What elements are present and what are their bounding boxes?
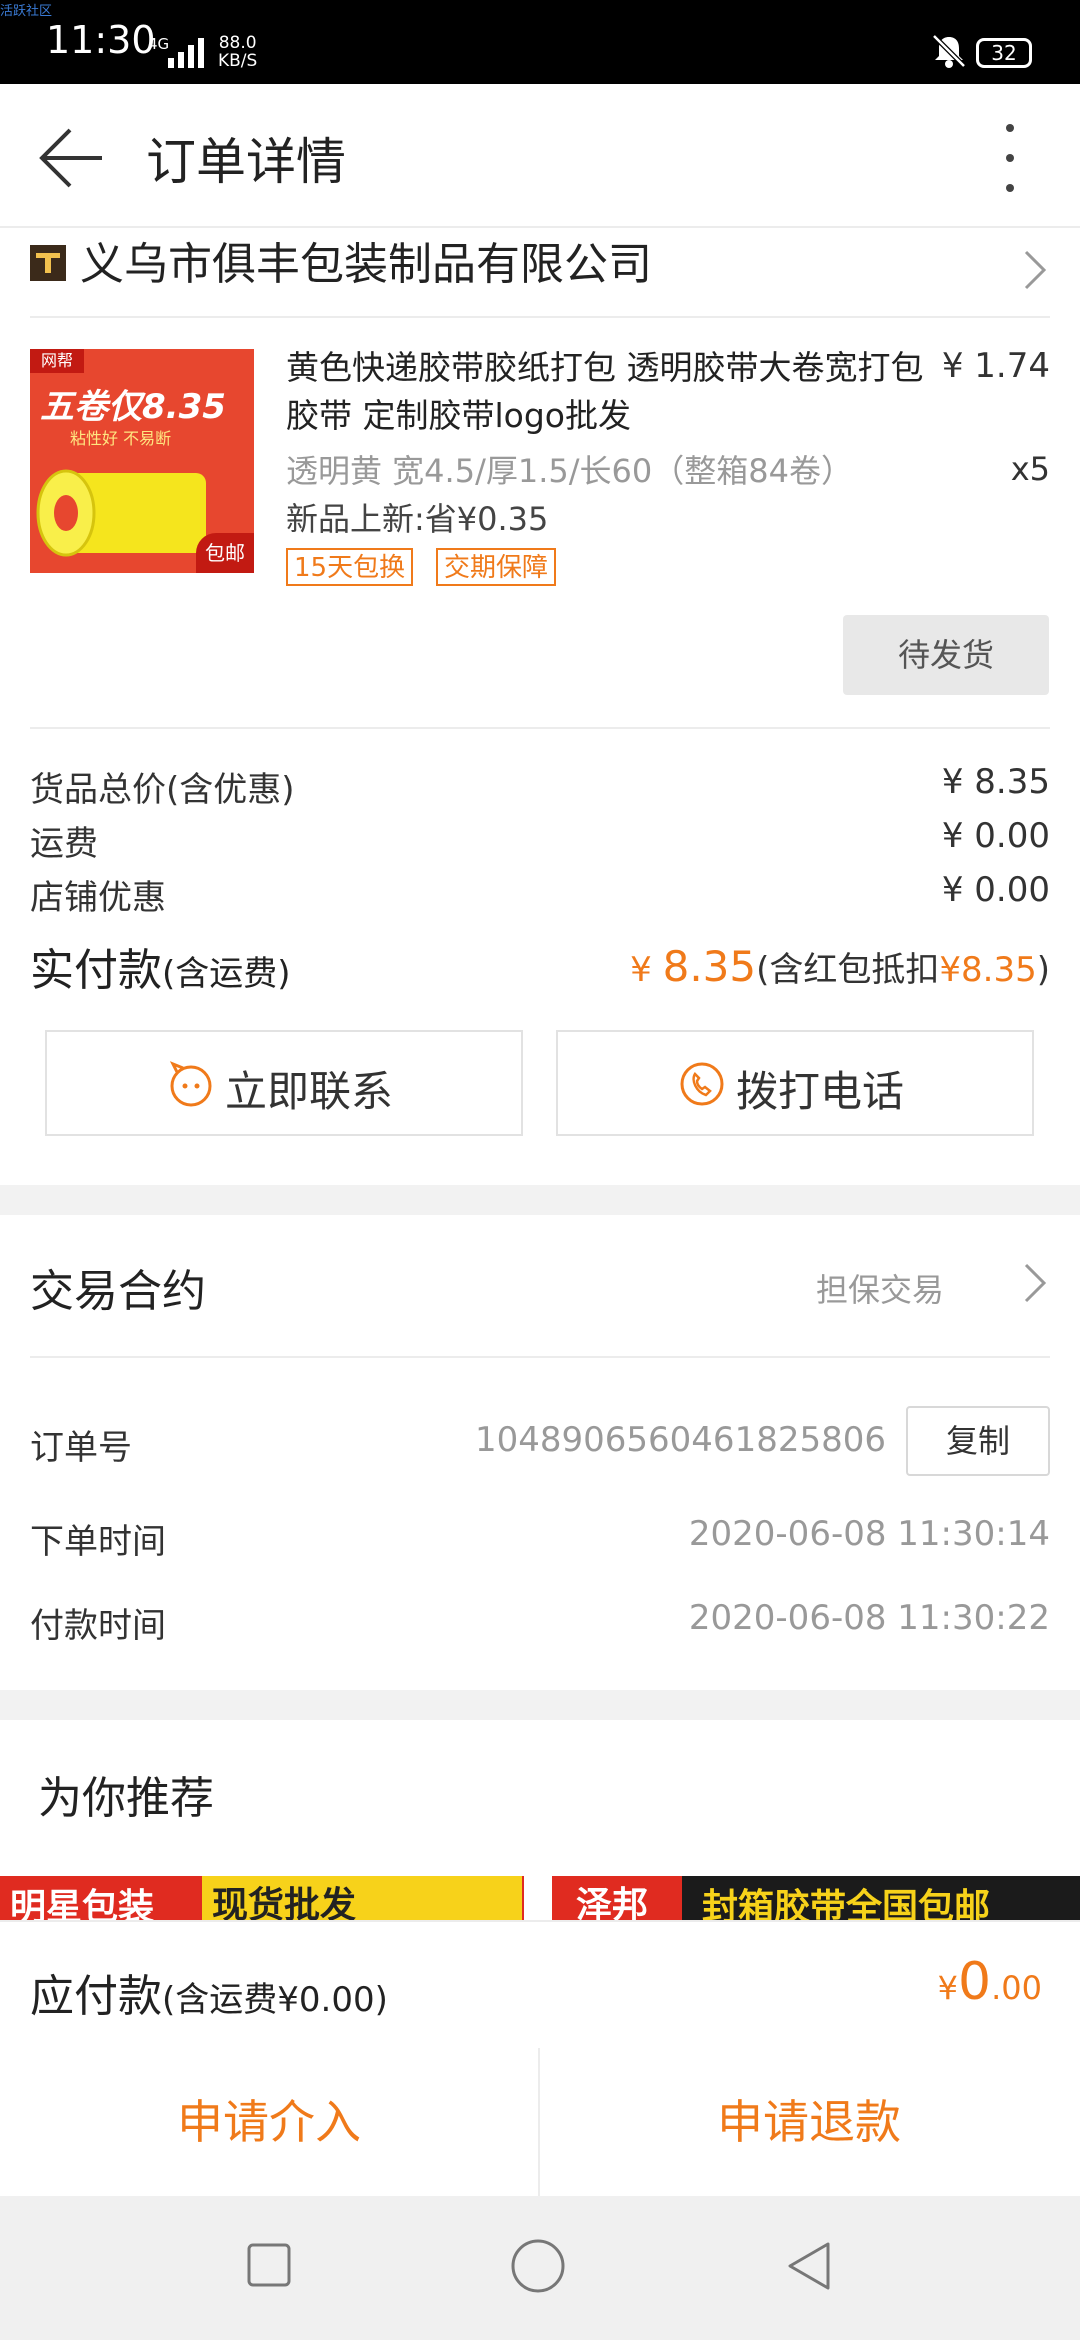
copy-order-no-button[interactable]: 复制 bbox=[906, 1406, 1050, 1476]
recommend-card-2[interactable]: 泽邦 封箱胶带全国包邮 bbox=[552, 1876, 1080, 1920]
order-no-value: 1048906560461825806 bbox=[474, 1420, 886, 1460]
watermark-text: 活跃社区 bbox=[0, 4, 53, 19]
contact-chat-button[interactable]: 立即联系 bbox=[45, 1030, 523, 1136]
back-nav-icon[interactable] bbox=[784, 2240, 834, 2292]
image-subline: 粘性好 不易断 bbox=[70, 429, 172, 448]
order-time-value: 2020-06-08 11:30:14 bbox=[688, 1514, 1050, 1554]
shop-discount-label: 店铺优惠 bbox=[30, 878, 166, 918]
card1-right-text: 现货批发 bbox=[202, 1876, 522, 1920]
system-nav-bar bbox=[0, 2196, 1080, 2340]
shop-name: 义乌市俱丰包装制品有限公司 bbox=[80, 239, 652, 290]
image-headline: 五卷仅8.35 bbox=[40, 387, 226, 427]
shipping-value: ¥ 0.00 bbox=[941, 816, 1050, 856]
tape-roll-illustration bbox=[36, 469, 206, 557]
goods-total-label: 货品总价(含优惠) bbox=[30, 770, 295, 810]
payable-label: 应付款(含运费¥0.00) bbox=[30, 1971, 388, 2022]
contract-row[interactable]: 交易合约 担保交易 bbox=[0, 1215, 1080, 1355]
request-intervention-button[interactable]: 申请介入 bbox=[0, 2048, 538, 2196]
notification-off-icon bbox=[932, 34, 966, 68]
contract-type: 担保交易 bbox=[816, 1271, 945, 1309]
product-image[interactable]: 网帮 五卷仅8.35 粘性好 不易断 包邮 bbox=[30, 349, 254, 573]
battery-indicator: 32 bbox=[976, 38, 1032, 68]
product-promo: 新品上新:省¥0.35 bbox=[286, 500, 549, 538]
payable-amount: ¥0.00 bbox=[937, 1952, 1042, 2012]
product-spec: 透明黄 宽4.5/厚1.5/长60（整箱84卷） bbox=[286, 452, 853, 490]
shop-discount-value: ¥ 0.00 bbox=[941, 870, 1050, 910]
chevron-right-icon bbox=[1024, 250, 1047, 290]
goods-total-value: ¥ 8.35 bbox=[941, 762, 1050, 802]
section-gap bbox=[0, 1185, 1080, 1215]
chevron-right-icon bbox=[1024, 1263, 1047, 1303]
signal-icon bbox=[168, 38, 204, 68]
recent-apps-icon[interactable] bbox=[246, 2242, 292, 2288]
order-no-label: 订单号 bbox=[30, 1428, 132, 1468]
action-bar: 申请介入 申请退款 bbox=[0, 2048, 1080, 2196]
more-vertical-icon[interactable] bbox=[1000, 118, 1020, 198]
chat-label: 立即联系 bbox=[225, 1067, 394, 1116]
payable-bar: 应付款(含运费¥0.00) ¥0.00 bbox=[0, 1920, 1080, 2050]
recommend-title: 为你推荐 bbox=[38, 1773, 214, 1824]
order-status-badge: 待发货 bbox=[843, 615, 1049, 695]
card2-left-text: 泽邦 bbox=[552, 1876, 682, 1920]
app-bar: 订单详情 bbox=[0, 84, 1080, 228]
network-speed: 88.0 KB/S bbox=[218, 33, 258, 71]
pay-time-value: 2020-06-08 11:30:22 bbox=[688, 1598, 1050, 1638]
status-bar: 活跃社区 11:30 4G 88.0 KB/S 32 bbox=[0, 0, 1080, 84]
call-phone-button[interactable]: 拨打电话 bbox=[556, 1030, 1034, 1136]
card1-left-text: 明星包装 bbox=[10, 1887, 155, 1920]
tag-return-15-days: 15天包换 bbox=[286, 548, 414, 586]
product-quantity: x5 bbox=[1010, 450, 1050, 488]
home-icon[interactable] bbox=[510, 2238, 566, 2294]
page-title: 订单详情 bbox=[146, 133, 346, 191]
section-gap bbox=[0, 1690, 1080, 1720]
request-refund-button[interactable]: 申请退款 bbox=[540, 2048, 1078, 2196]
recommend-card-1[interactable]: 明星包装 现货批发 bbox=[0, 1876, 524, 1920]
product-title[interactable]: 黄色快递胶带胶纸打包 透明胶带大卷宽打包胶带 定制胶带logo批发 bbox=[286, 344, 926, 440]
paid-label: 实付款(含运费) bbox=[30, 945, 291, 996]
arrow-left-icon[interactable] bbox=[36, 122, 108, 194]
status-time: 11:30 bbox=[46, 18, 156, 62]
image-corner-badge: 包邮 bbox=[196, 533, 254, 573]
image-badge: 网帮 bbox=[30, 349, 84, 373]
pay-time-label: 付款时间 bbox=[30, 1606, 166, 1646]
tag-delivery-guarantee: 交期保障 bbox=[436, 548, 557, 586]
shop-row[interactable]: 义乌市俱丰包装制品有限公司 bbox=[0, 226, 1080, 316]
paid-value: ¥ 8.35(含红包抵扣¥8.35) bbox=[630, 942, 1050, 991]
product-price: ¥ 1.74 bbox=[941, 346, 1050, 386]
shipping-label: 运费 bbox=[30, 824, 98, 864]
order-time-label: 下单时间 bbox=[30, 1522, 166, 1562]
contract-title: 交易合约 bbox=[30, 1266, 206, 1317]
divider bbox=[30, 1356, 1050, 1358]
call-label: 拨打电话 bbox=[736, 1067, 905, 1116]
divider bbox=[30, 316, 1050, 318]
chat-face-icon bbox=[169, 1061, 212, 1107]
card2-right-text: 封箱胶带全国包邮 bbox=[702, 1887, 991, 1920]
phone-icon bbox=[680, 1062, 724, 1106]
divider bbox=[30, 727, 1050, 729]
shop-logo-icon bbox=[30, 245, 66, 281]
